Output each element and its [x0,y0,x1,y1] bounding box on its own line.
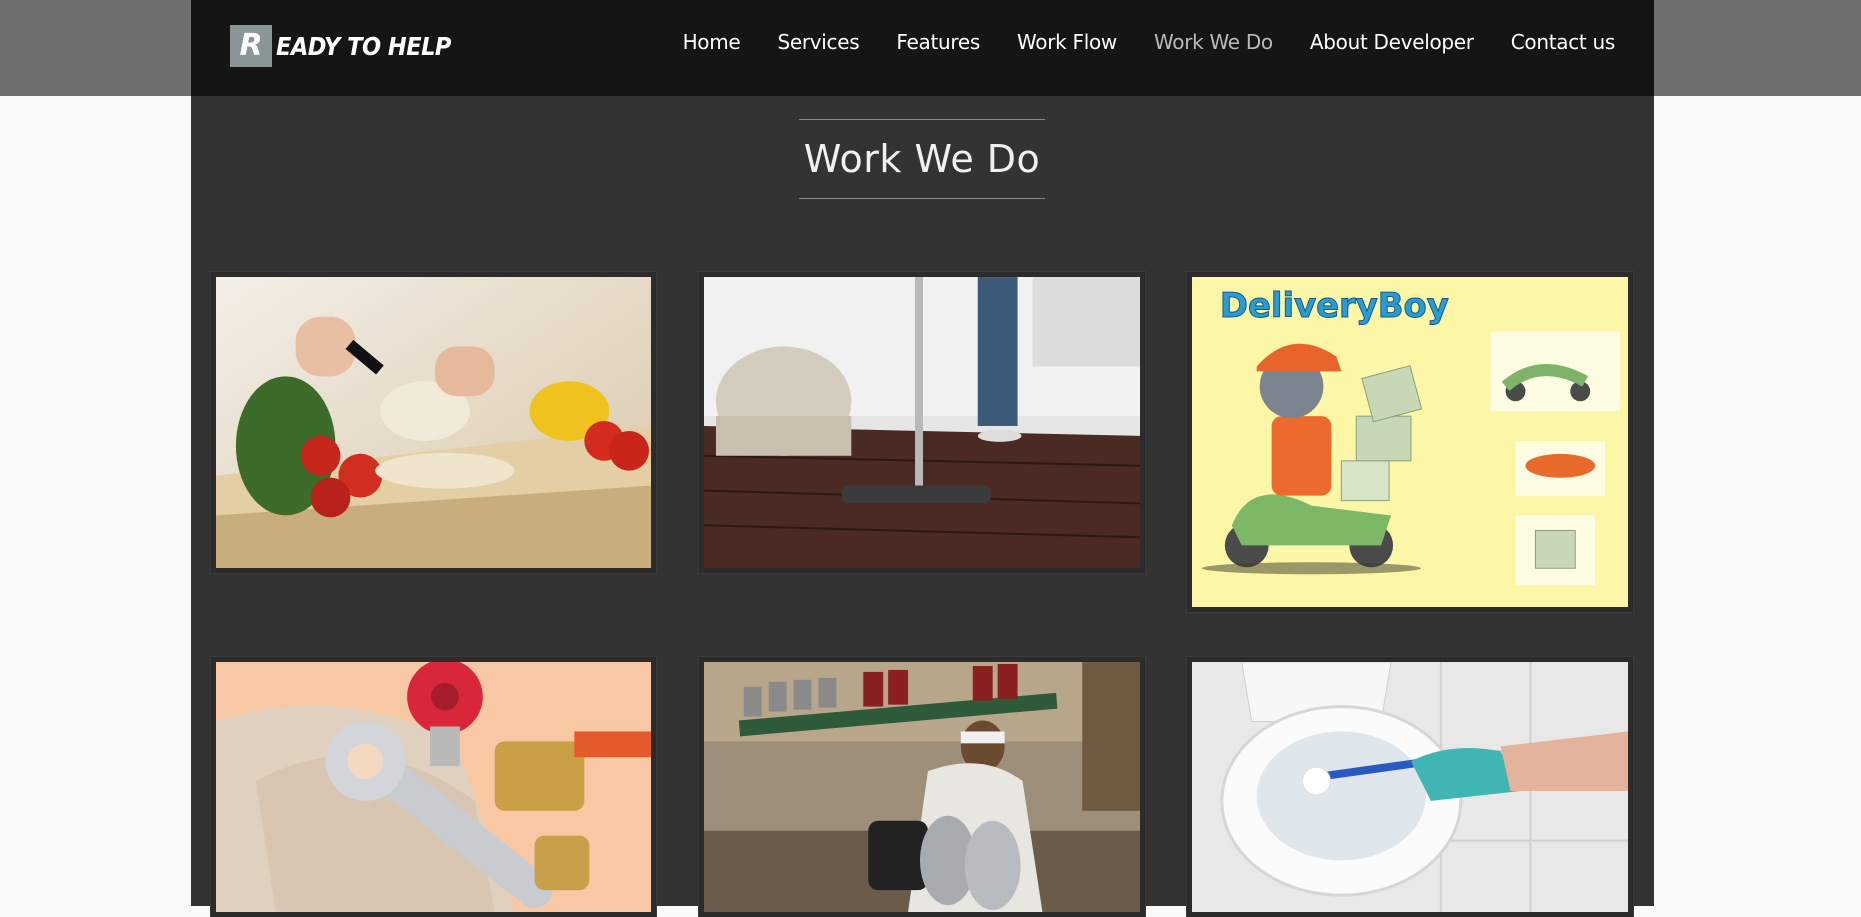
navbar: R EADY TO HELP Home Services Features Wo… [191,0,1654,96]
gallery-item-toilet-cleaning[interactable] [1187,657,1633,917]
toilet-cleaning-image [1192,662,1628,912]
nav-contact-us[interactable]: Contact us [1511,30,1616,54]
nav-services[interactable]: Services [777,30,859,54]
gallery-item-tiffin-delivery[interactable] [699,657,1145,917]
nav-home[interactable]: Home [683,30,741,54]
main-nav: Home Services Features Work Flow Work We… [683,30,1616,54]
nav-about-developer[interactable]: About Developer [1310,30,1474,54]
plumbing-image [216,662,651,912]
nav-work-we-do[interactable]: Work We Do [1154,30,1273,54]
brand-logo[interactable]: R EADY TO HELP [230,24,451,68]
gallery-item-delivery[interactable]: DeliveryBoy [1187,272,1633,612]
page-container: R EADY TO HELP Home Services Features Wo… [191,0,1654,917]
tiffin-delivery-image [704,662,1140,912]
delivery-image: DeliveryBoy [1192,277,1628,607]
section-title: Work We Do [803,137,1041,181]
nav-work-flow[interactable]: Work Flow [1017,30,1117,54]
gallery-item-cleaning[interactable] [699,272,1145,573]
cooking-image [216,277,651,568]
nav-features[interactable]: Features [896,30,980,54]
cleaning-image [704,277,1140,568]
logo-initial: R [230,25,272,67]
gallery-item-cooking[interactable] [211,272,656,573]
section-title-frame: Work We Do [799,119,1045,199]
logo-text: EADY TO HELP [276,31,451,61]
gallery-item-plumbing[interactable] [211,657,656,917]
delivery-title: DeliveryBoy [1220,286,1449,325]
